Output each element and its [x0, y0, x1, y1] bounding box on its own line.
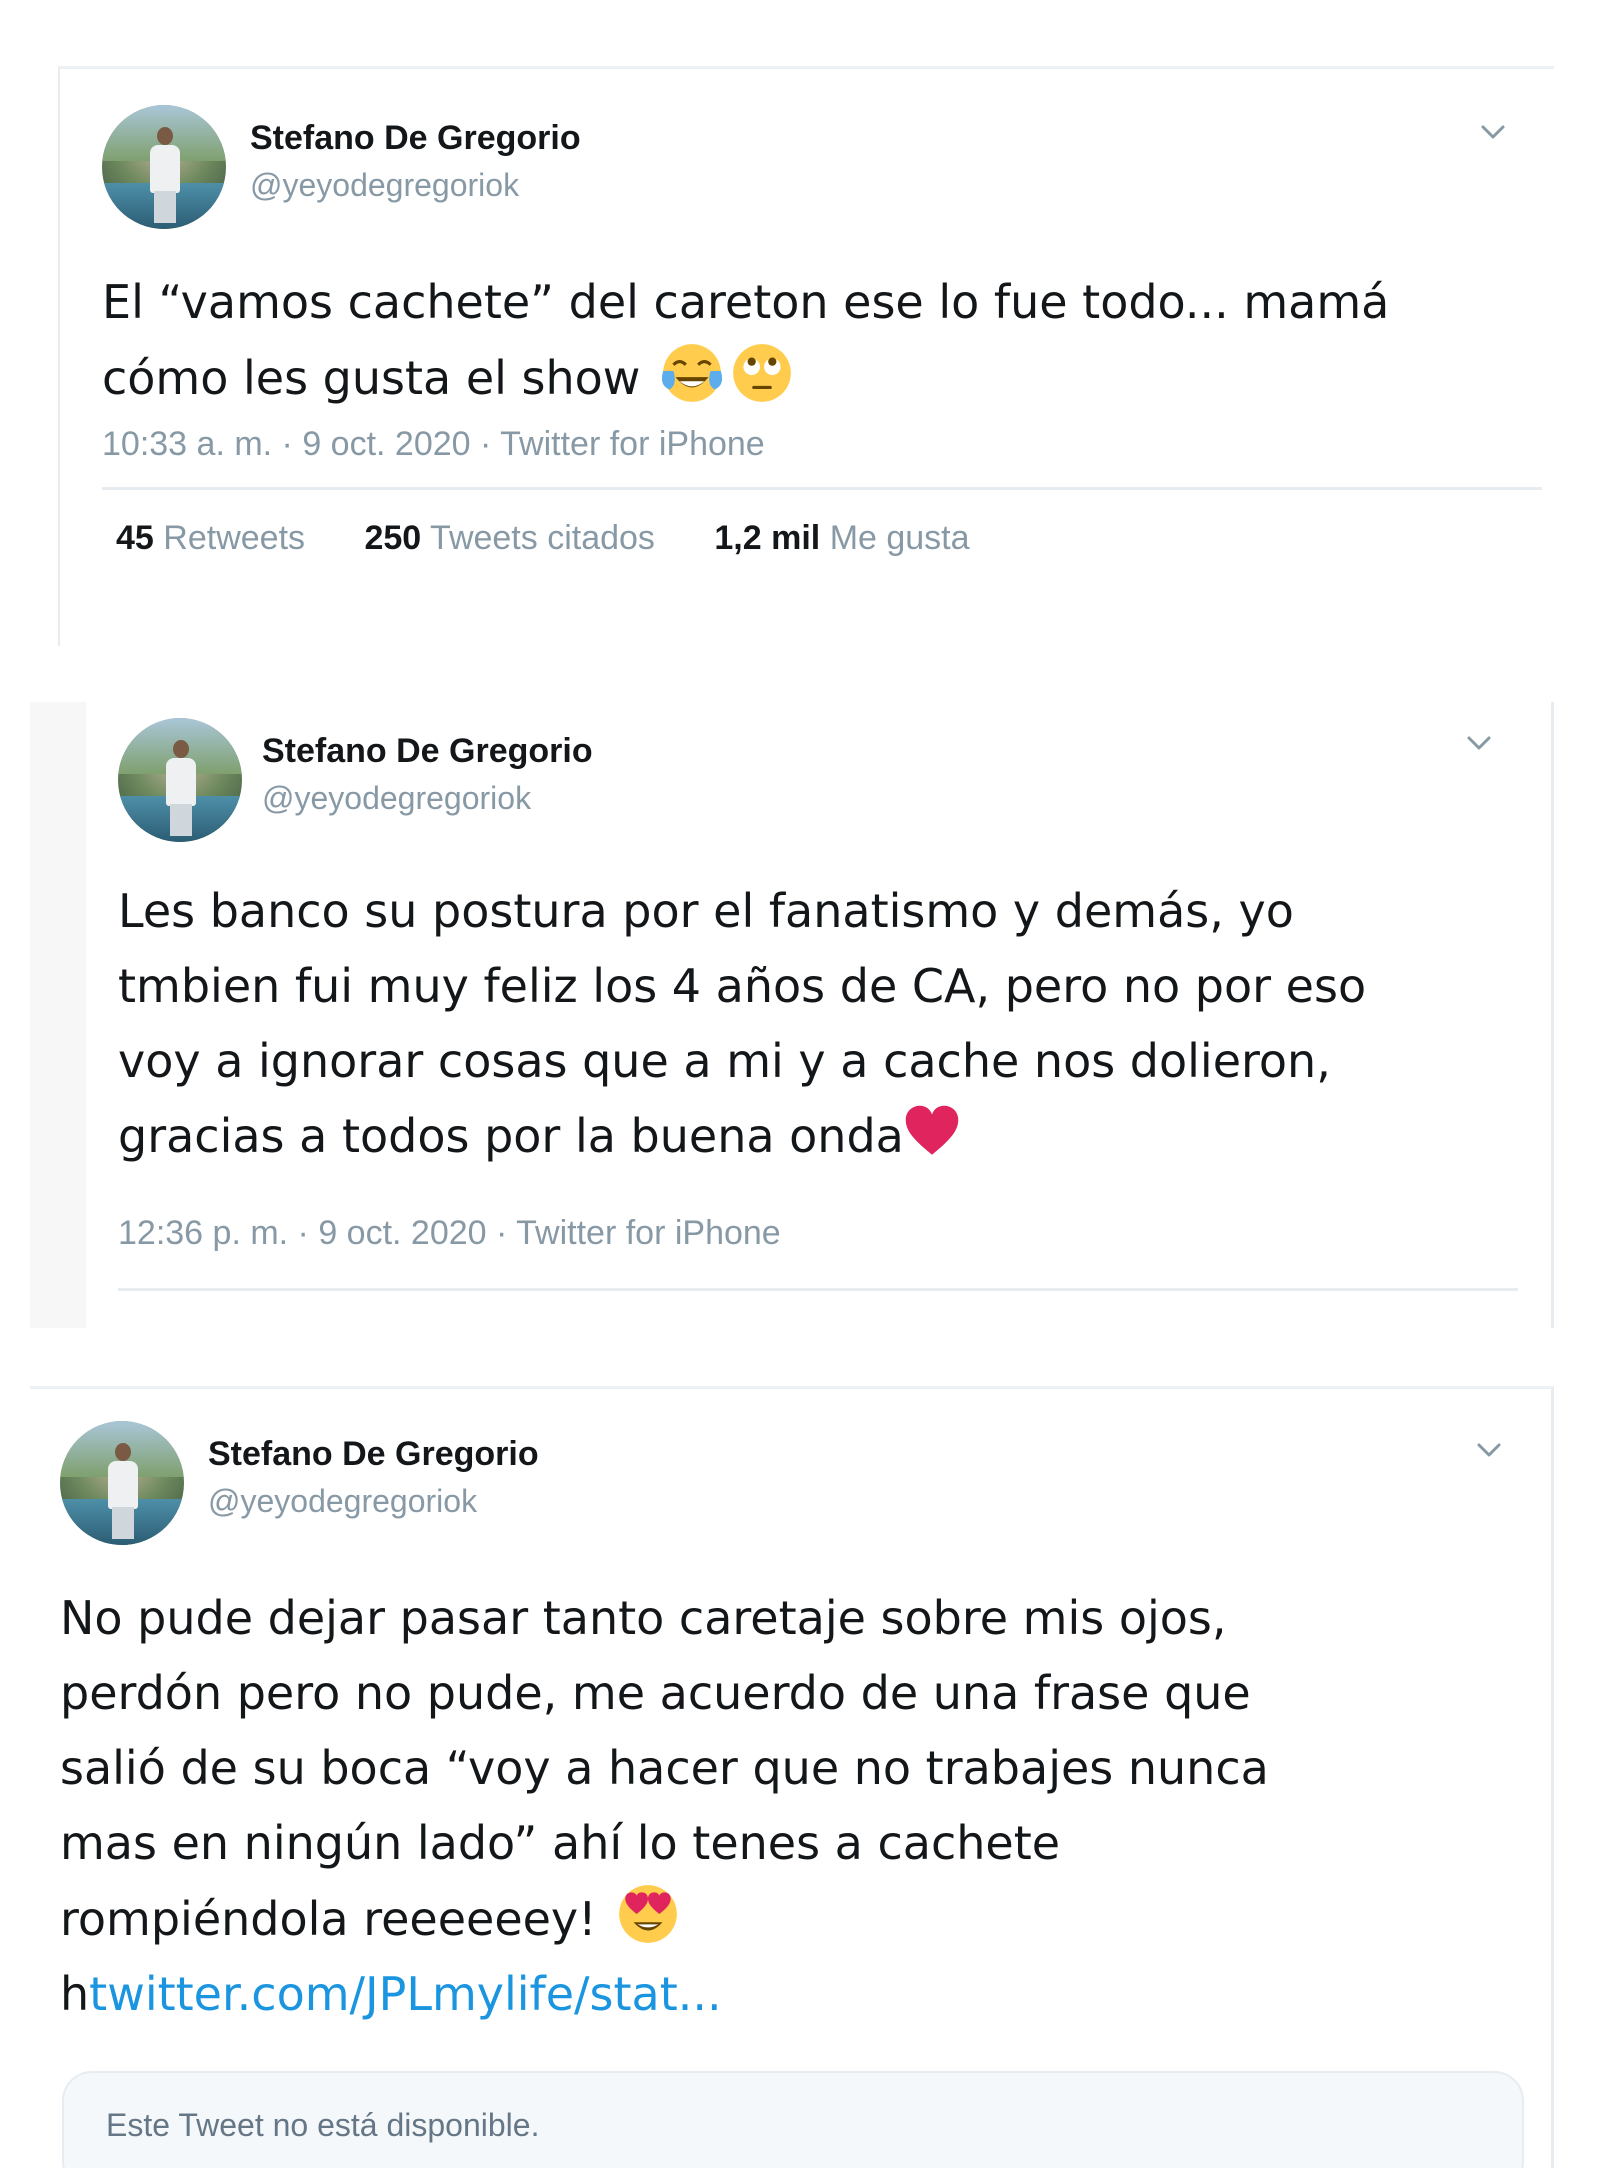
tweet-text-fragment: cómo les gusta el show: [102, 351, 641, 405]
face-with-tears-of-joy-emoji: [659, 340, 725, 406]
tweet-text-line: salió de su boca “voy a hacer que no tra…: [60, 1741, 1269, 1795]
tweet-text-line: No pude dejar pasar tanto caretaje sobre…: [60, 1591, 1227, 1645]
avatar[interactable]: [102, 105, 226, 229]
chevron-down-icon[interactable]: [1464, 728, 1494, 758]
quoted-tweet-box[interactable]: Este Tweet no está disponible.: [62, 2071, 1524, 2168]
tweet-text-fragment: gracias a todos por la buena onda: [118, 1109, 904, 1163]
retweets-stat[interactable]: 45 Retweets: [116, 519, 305, 558]
tweet-text-line: tmbien fui muy feliz los 4 años de CA, p…: [118, 959, 1367, 1013]
quote-tweets-stat[interactable]: 250 Tweets citados: [364, 519, 654, 558]
author-handle[interactable]: @yeyodegregoriok: [208, 1483, 477, 1520]
tweet-text-fragment: rompiéndola reeeeeey!: [60, 1892, 597, 1946]
tweet-card[interactable]: Stefano De Gregorio @yeyodegregoriok No …: [30, 1386, 1554, 2168]
red-heart-emoji: [904, 1104, 960, 1160]
divider: [102, 487, 1542, 490]
tweet-link[interactable]: twitter.com/JPLmylife/stat...: [89, 1967, 721, 2021]
tweet-text-line: mas en ningún lado” ahí lo tenes a cache…: [60, 1816, 1061, 1870]
tweet-link-line[interactable]: htwitter.com/JPLmylife/stat...: [60, 1957, 1520, 2032]
tweet-text-line: El “vamos cachete” del careton ese lo fu…: [102, 275, 1390, 329]
divider: [118, 1288, 1518, 1291]
smiling-face-with-heart-eyes-emoji: [615, 1881, 681, 1947]
avatar[interactable]: [60, 1421, 184, 1545]
author-name[interactable]: Stefano De Gregorio: [262, 732, 593, 771]
chevron-down-icon[interactable]: [1478, 117, 1508, 147]
avatar[interactable]: [118, 718, 242, 842]
tweet-text-line: rompiéndola reeeeeey!: [60, 1881, 1520, 1957]
tweet-text-line: perdón pero no pude, me acuerdo de una f…: [60, 1666, 1251, 1720]
tweet-text: Les banco su postura por el fanatismo y …: [118, 874, 1518, 1174]
likes-stat[interactable]: 1,2 mil Me gusta: [714, 519, 969, 558]
tweet-card[interactable]: Stefano De Gregorio @yeyodegregoriok Les…: [30, 702, 1554, 1328]
chevron-down-icon[interactable]: [1474, 1435, 1504, 1465]
author-handle[interactable]: @yeyodegregoriok: [262, 780, 531, 817]
tweet-text: El “vamos cachete” del careton ese lo fu…: [102, 265, 1542, 416]
tweet-card[interactable]: Stefano De Gregorio @yeyodegregoriok El …: [58, 66, 1554, 646]
author-handle[interactable]: @yeyodegregoriok: [250, 167, 519, 204]
quoted-tweet-unavailable-text: Este Tweet no está disponible.: [106, 2107, 540, 2143]
link-prefix[interactable]: h: [60, 1967, 89, 2021]
author-name[interactable]: Stefano De Gregorio: [208, 1435, 539, 1474]
tweet-text-line: cómo les gusta el show: [102, 340, 1542, 416]
tweet-text-line: voy a ignorar cosas que a mi y a cache n…: [118, 1034, 1331, 1088]
author-name[interactable]: Stefano De Gregorio: [250, 119, 581, 158]
tweet-text: No pude dejar pasar tanto caretaje sobre…: [60, 1581, 1520, 2032]
tweet-stats: 45 Retweets 250 Tweets citados 1,2 mil M…: [116, 519, 1020, 558]
face-with-rolling-eyes-emoji: [729, 340, 795, 406]
tweet-timestamp[interactable]: 10:33 a. m. · 9 oct. 2020 · Twitter for …: [102, 425, 765, 464]
tweet-text-line: gracias a todos por la buena onda: [118, 1099, 1518, 1174]
tweet-text-line: Les banco su postura por el fanatismo y …: [118, 884, 1294, 938]
tweet-timestamp[interactable]: 12:36 p. m. · 9 oct. 2020 · Twitter for …: [118, 1214, 781, 1253]
